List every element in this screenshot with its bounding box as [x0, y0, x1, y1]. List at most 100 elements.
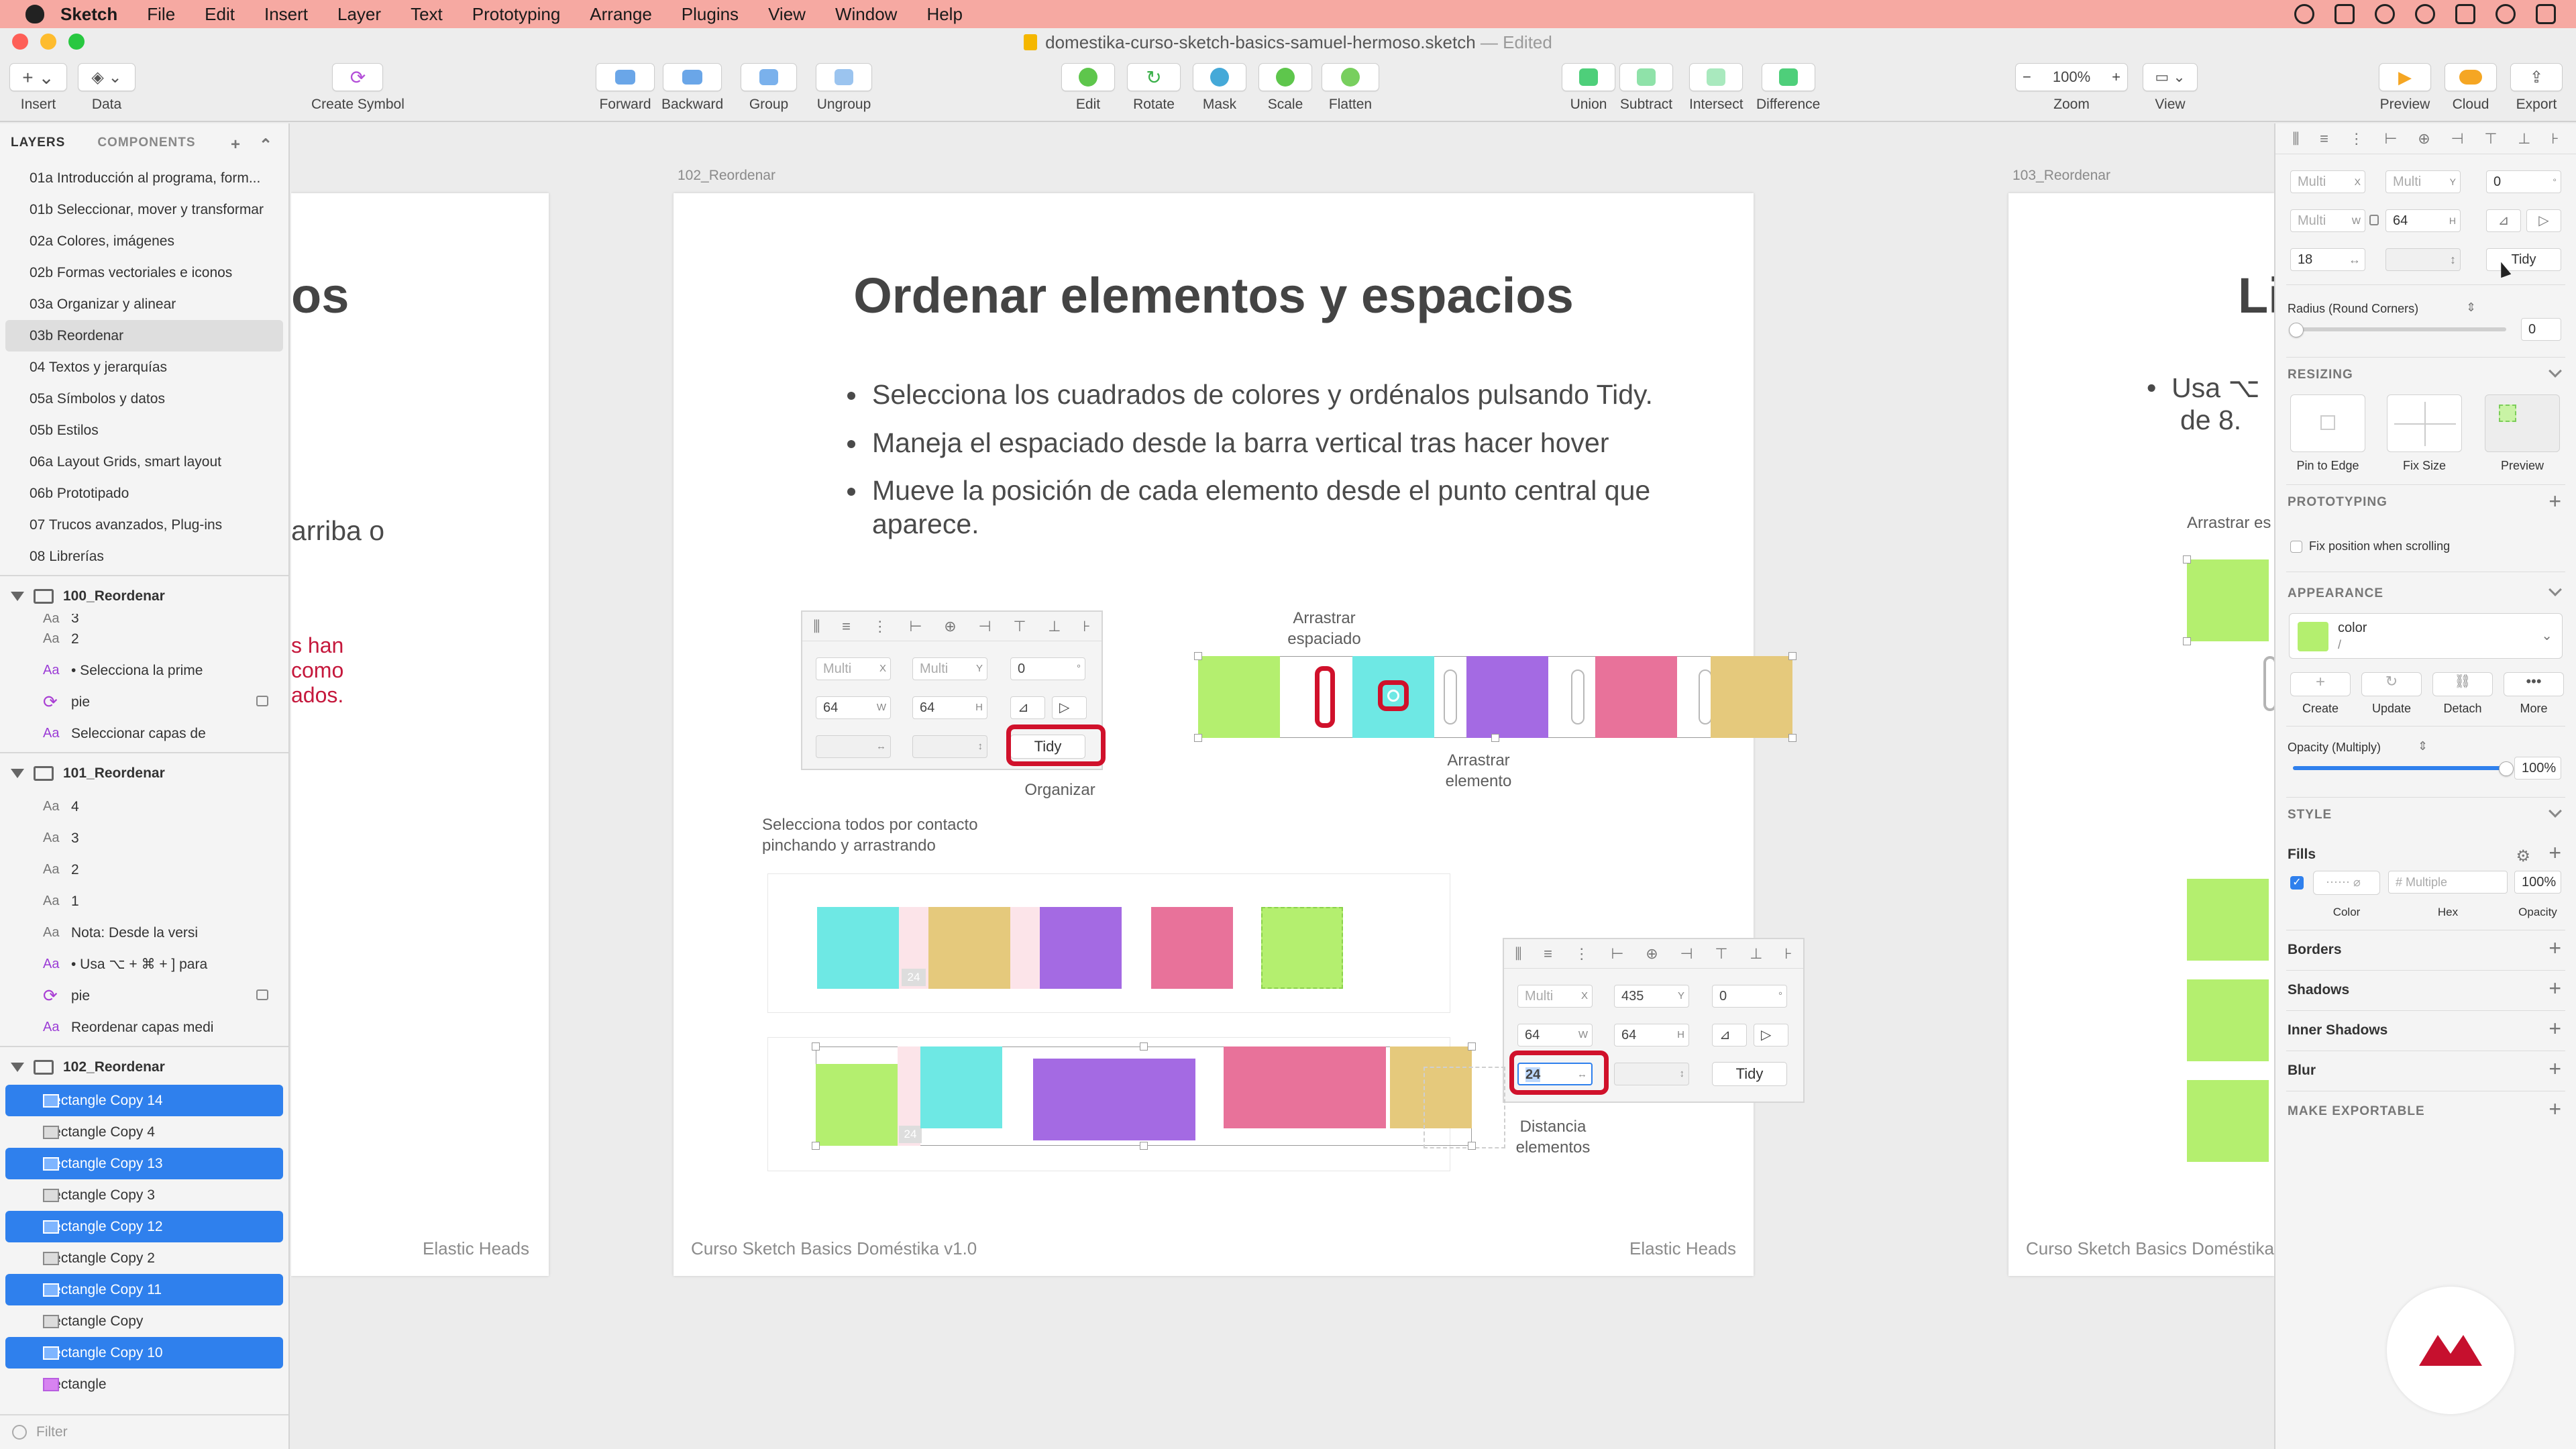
gear-icon[interactable]: ⚙: [2516, 847, 2530, 866]
menu-view[interactable]: View: [768, 4, 806, 25]
align-center-horizontal-icon[interactable]: ⊕: [2418, 130, 2430, 148]
disclosure-triangle-icon[interactable]: [11, 1063, 24, 1072]
selection-handle[interactable]: [2183, 555, 2191, 564]
layer-row[interactable]: Rectangle Copy 3: [0, 1179, 288, 1211]
spacing-handle[interactable]: [1315, 666, 1335, 728]
fill-color-well[interactable]: ⋯⋯ ⌀: [2313, 871, 2380, 895]
x-position-field[interactable]: Multi X: [2290, 170, 2365, 193]
view-icon[interactable]: ▭ ⌄: [2143, 63, 2198, 91]
selection-handle[interactable]: [1194, 734, 1202, 742]
opacity-slider-knob[interactable]: [2499, 761, 2514, 776]
apple-logo-icon[interactable]: [25, 5, 44, 23]
layer-row-selected[interactable]: Rectangle Copy 12: [5, 1211, 283, 1242]
artboard-101[interactable]: os arriba o s han como ados. Elastic Hea…: [291, 193, 549, 1276]
lock-icon[interactable]: [256, 696, 268, 706]
forward-tool[interactable]: Forward: [596, 63, 655, 113]
creative-cloud-icon[interactable]: [2375, 4, 2395, 24]
layer-row[interactable]: Aa 1: [0, 885, 288, 917]
artboard-group[interactable]: 100_Reordenar: [0, 579, 288, 614]
zoom-in-icon[interactable]: +: [2112, 68, 2121, 86]
union-tool[interactable]: Union: [1562, 63, 1615, 113]
backward-tool[interactable]: Backward: [661, 63, 723, 113]
layer-row[interactable]: Aa 4: [0, 791, 288, 822]
chevron-down-icon[interactable]: [2548, 804, 2562, 818]
more-distribute-icon[interactable]: ⋮: [2349, 130, 2364, 148]
rotation-field[interactable]: 0 °: [2486, 170, 2561, 193]
cloud-tool[interactable]: Cloud: [2445, 63, 2497, 113]
align-right-icon[interactable]: ⊣: [2451, 130, 2463, 148]
cloud-icon[interactable]: [2445, 63, 2497, 91]
menu-plugins[interactable]: Plugins: [682, 4, 739, 25]
page-item[interactable]: 03a Organizar y alinear: [0, 288, 288, 320]
screen-mirror-icon[interactable]: [2334, 4, 2355, 24]
flatten-icon[interactable]: [1322, 63, 1379, 91]
ungroup-tool[interactable]: Ungroup: [816, 63, 872, 113]
zoom-out-icon[interactable]: −: [2023, 68, 2031, 86]
height-field[interactable]: 64 H: [2385, 209, 2461, 232]
insert-button[interactable]: + ⌄: [9, 63, 67, 91]
add-inner-shadow-icon[interactable]: +: [2548, 1018, 2561, 1039]
selection-handle[interactable]: [1491, 734, 1499, 742]
menu-insert[interactable]: Insert: [264, 4, 308, 25]
fix-size-control[interactable]: [2387, 394, 2462, 452]
pink-square[interactable]: [1595, 656, 1677, 738]
selection-handle[interactable]: [812, 1042, 820, 1051]
data-button[interactable]: ◈ ⌄: [78, 63, 136, 91]
horizontal-spacing-field[interactable]: 18 ↔: [2290, 248, 2365, 271]
align-left-icon[interactable]: ⊢: [2384, 130, 2397, 148]
forward-icon[interactable]: [596, 63, 655, 91]
lock-icon[interactable]: [256, 989, 268, 1000]
inner-shadows-label[interactable]: Inner Shadows: [2288, 1022, 2387, 1038]
lock-ratio-icon[interactable]: [2369, 215, 2379, 225]
spacing-handle[interactable]: [1571, 669, 1585, 724]
scale-tool[interactable]: Scale: [1258, 63, 1312, 113]
intersect-tool[interactable]: Intersect: [1689, 63, 1743, 113]
width-field[interactable]: Multi W: [2290, 209, 2365, 232]
radius-field[interactable]: 0: [2521, 318, 2561, 341]
layer-row-selected[interactable]: Rectangle Copy 10: [5, 1337, 283, 1368]
layer-row-selected[interactable]: Rectangle Copy 14: [5, 1085, 283, 1116]
page-item-selected[interactable]: 03b Reordenar: [5, 320, 283, 352]
record-icon[interactable]: [2294, 4, 2314, 24]
insert-tool[interactable]: + ⌄ Insert: [9, 63, 67, 113]
pink-rectangle[interactable]: [1224, 1046, 1386, 1128]
layer-row[interactable]: Rectangle Copy: [0, 1305, 288, 1337]
shared-style-picker[interactable]: color / ⌄: [2289, 613, 2563, 659]
page-item[interactable]: 05b Estilos: [0, 415, 288, 446]
selection-handle[interactable]: [1468, 1042, 1476, 1051]
selection-handle[interactable]: [2183, 637, 2191, 645]
blur-label[interactable]: Blur: [2288, 1063, 2316, 1079]
purple-square[interactable]: [1040, 907, 1122, 989]
add-fill-icon[interactable]: +: [2548, 842, 2561, 863]
wifi-icon[interactable]: [2415, 4, 2435, 24]
green-square[interactable]: [2187, 879, 2269, 961]
menu-arrange[interactable]: Arrange: [590, 4, 652, 25]
rotate-tool[interactable]: ↻ Rotate: [1127, 63, 1181, 113]
layer-row[interactable]: Aa 3: [0, 822, 288, 854]
menu-file[interactable]: File: [147, 4, 175, 25]
chevron-down-icon[interactable]: [2548, 583, 2562, 596]
subtract-tool[interactable]: Subtract: [1619, 63, 1673, 113]
add-page-icon[interactable]: +: [231, 136, 241, 154]
page-item[interactable]: 01b Seleccionar, mover y transformar: [0, 194, 288, 225]
menu-help[interactable]: Help: [926, 4, 962, 25]
layer-row[interactable]: Aa • Usa ⌥ + ⌘ + ] para: [0, 949, 288, 980]
layer-row-selected[interactable]: Rectangle Copy 13: [5, 1148, 283, 1179]
purple-square[interactable]: [1466, 656, 1548, 738]
preview-tool[interactable]: ▶ Preview: [2379, 63, 2431, 113]
menu-layer[interactable]: Layer: [337, 4, 381, 25]
disclosure-triangle-icon[interactable]: [11, 592, 24, 601]
layer-row-partial[interactable]: Aa 3: [0, 614, 288, 623]
layer-row-selected[interactable]: Rectangle Copy 11: [5, 1274, 283, 1305]
selection-handle[interactable]: [1788, 734, 1796, 742]
add-border-icon[interactable]: +: [2548, 937, 2561, 959]
green-square[interactable]: [1198, 656, 1280, 738]
gold-square[interactable]: [928, 907, 1010, 989]
tab-components[interactable]: COMPONENTS: [97, 136, 195, 150]
layer-row[interactable]: Rectangle Copy 4: [0, 1116, 288, 1148]
layer-row[interactable]: Rectangle Copy 2: [0, 1242, 288, 1274]
opacity-stepper-icon[interactable]: ⇕: [2418, 739, 2428, 753]
intersect-icon[interactable]: [1689, 63, 1743, 91]
selection-handle[interactable]: [1788, 652, 1796, 660]
zoom-control[interactable]: − 100% +: [2015, 63, 2128, 91]
